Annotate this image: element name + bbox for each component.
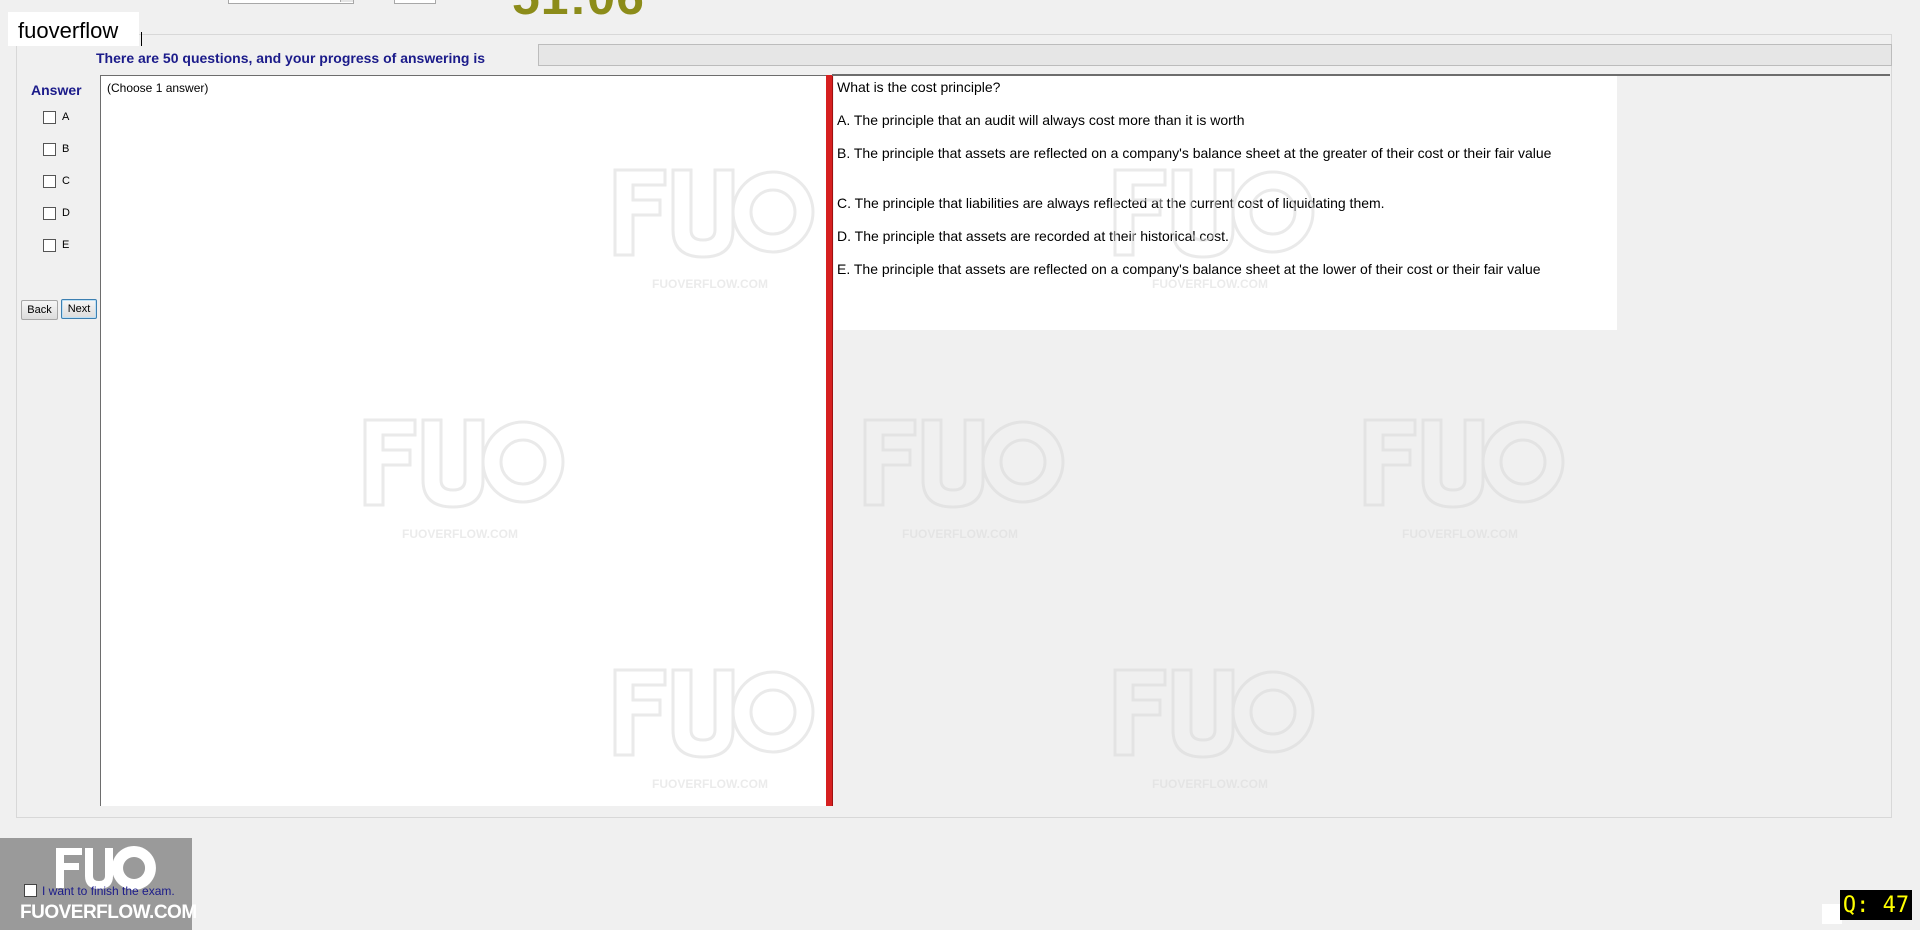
fuo-logo-text: FUOVERFLOW.COM bbox=[20, 902, 197, 923]
text-cursor bbox=[141, 32, 142, 46]
option-c-checkbox[interactable] bbox=[43, 174, 56, 188]
option-d[interactable]: D bbox=[43, 204, 70, 222]
back-button[interactable]: Back bbox=[21, 300, 58, 320]
finish-exam-checkbox[interactable] bbox=[24, 884, 37, 897]
progress-bar bbox=[538, 44, 1892, 66]
next-button[interactable]: Next bbox=[61, 299, 97, 319]
option-b-label: B bbox=[62, 143, 70, 155]
progress-text: There are 50 questions, and your progres… bbox=[96, 50, 485, 66]
exam-timer: 51:06 bbox=[512, 0, 645, 22]
question-choice-d: D. The principle that assets are recorde… bbox=[837, 228, 1229, 244]
question-choice-b: B. The principle that assets are reflect… bbox=[837, 145, 1552, 161]
question-counter: Q: 47 bbox=[1840, 890, 1912, 920]
option-e[interactable]: E bbox=[43, 236, 69, 254]
option-e-checkbox[interactable] bbox=[43, 238, 56, 252]
counter-bg bbox=[1822, 904, 1842, 924]
answer-heading: Answer bbox=[31, 82, 82, 98]
brand-label: fuoverflow bbox=[18, 18, 119, 43]
top-dropdown-button[interactable] bbox=[340, 0, 353, 2]
option-a-label: A bbox=[62, 111, 70, 123]
option-d-checkbox[interactable] bbox=[43, 206, 56, 220]
top-input-field[interactable] bbox=[228, 0, 354, 4]
finish-exam-label: I want to finish the exam. bbox=[42, 884, 175, 898]
answer-pane bbox=[100, 75, 826, 806]
option-c[interactable]: C bbox=[43, 172, 70, 190]
option-d-label: D bbox=[62, 207, 70, 219]
question-stem: What is the cost principle? bbox=[837, 79, 1001, 95]
question-choice-a: A. The principle that an audit will alwa… bbox=[837, 112, 1245, 128]
question-choice-c: C. The principle that liabilities are al… bbox=[837, 195, 1385, 211]
option-e-label: E bbox=[62, 239, 70, 251]
option-a-checkbox[interactable] bbox=[43, 110, 56, 124]
option-b-checkbox[interactable] bbox=[43, 142, 56, 156]
answer-hint: (Choose 1 answer) bbox=[107, 81, 209, 95]
top-small-input[interactable] bbox=[394, 0, 436, 4]
question-choice-e: E. The principle that assets are reflect… bbox=[837, 261, 1541, 277]
option-b[interactable]: B bbox=[43, 140, 69, 158]
option-a[interactable]: A bbox=[43, 108, 69, 126]
option-c-label: C bbox=[62, 175, 70, 187]
